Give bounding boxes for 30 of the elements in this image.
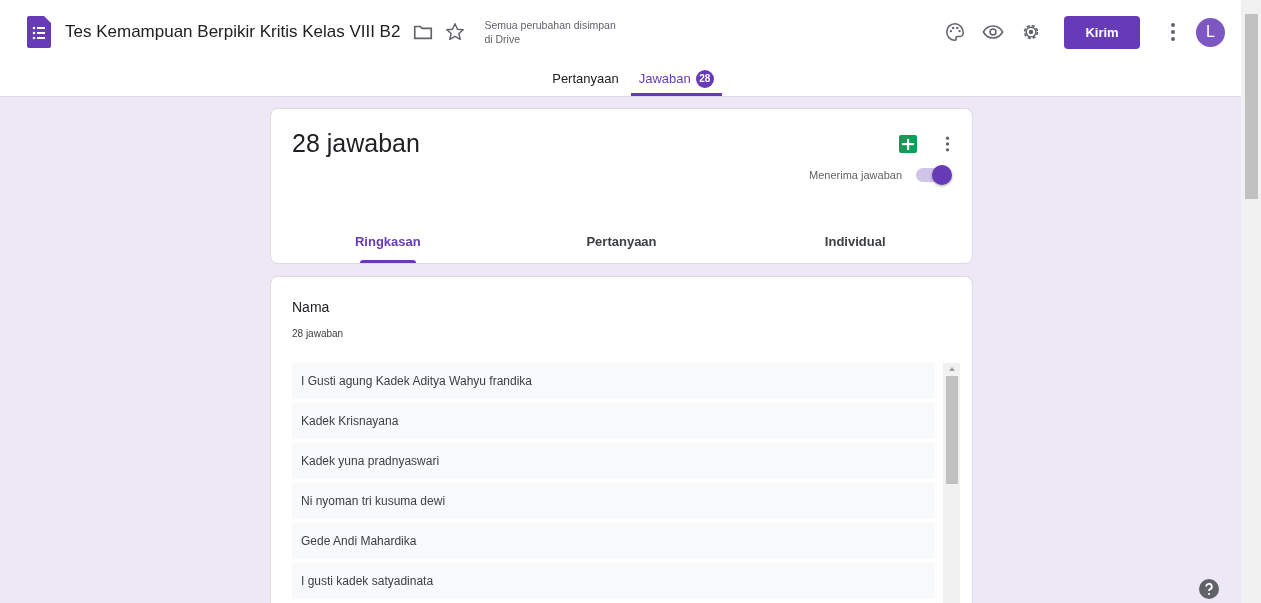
send-button[interactable]: Kirim — [1064, 15, 1140, 49]
toggle-switch[interactable] — [916, 168, 950, 182]
palette-icon[interactable] — [944, 21, 966, 43]
tab[interactable]: Ringkasan — [271, 219, 505, 263]
question-title: Nama — [292, 299, 331, 315]
help-icon[interactable] — [1199, 579, 1219, 599]
count-badge: 28 — [695, 69, 714, 88]
answer-count: 28 jawaban — [292, 328, 345, 339]
answer-item: Kadek yuna pradnyaswari — [292, 443, 935, 479]
avatar[interactable]: L — [1196, 17, 1225, 47]
answer-item: I Gusti agung Kadek Aditya Wahyu frandika — [292, 363, 935, 399]
star-icon[interactable] — [444, 21, 467, 43]
answer-item: Kadek Krisnayana — [292, 403, 935, 439]
more-icon[interactable] — [945, 134, 950, 153]
spreadsheet-icon[interactable] — [899, 134, 917, 153]
save-status: Semua perubahan disimpan di Drive — [484, 18, 617, 46]
answer-item: Ni nyoman tri kusuma dewi — [292, 483, 935, 519]
page-scrollbar[interactable] — [1241, 0, 1261, 603]
forms-logo-icon[interactable] — [27, 16, 51, 48]
tab[interactable]: Individual — [738, 219, 972, 263]
response-count: 28 jawaban — [292, 129, 420, 158]
more-icon[interactable] — [1170, 22, 1176, 42]
answer-item: Gede Andi Mahardika — [292, 523, 935, 559]
tab[interactable]: Pertanyaan — [504, 219, 739, 263]
tab[interactable]: Pertanyaan — [544, 64, 627, 96]
answer-item: I gusti kadek satyadinata — [292, 563, 935, 599]
accepting-label: Menerima jawaban — [809, 169, 902, 181]
tab[interactable]: Jawaban 28 — [630, 64, 722, 96]
form-title[interactable]: Tes Kemampuan Berpikir Kritis Kelas VIII B2 — [65, 22, 401, 42]
scrollbar[interactable] — [943, 363, 960, 603]
